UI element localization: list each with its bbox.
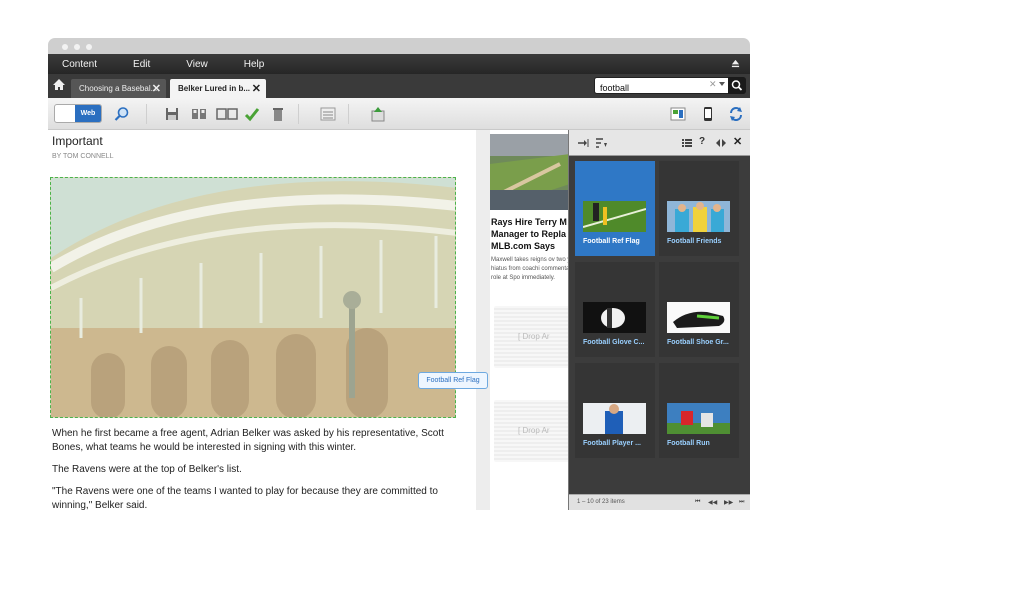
- check-icon[interactable]: [244, 106, 260, 122]
- article-photo-drop-zone[interactable]: [50, 177, 456, 418]
- tab-label: Choosing a Basebal...: [79, 84, 158, 93]
- window-zoom-dot[interactable]: [86, 44, 92, 50]
- mobile-device-icon[interactable]: [700, 106, 716, 122]
- media-item[interactable]: Football Shoe Gr...: [659, 262, 739, 357]
- media-item[interactable]: Football Ref Flag: [575, 161, 655, 256]
- home-icon[interactable]: [52, 78, 66, 92]
- media-thumbnail: [667, 403, 730, 434]
- media-thumbnail: [583, 201, 646, 232]
- help-icon[interactable]: ?: [699, 136, 711, 148]
- toolbar-separator: [146, 104, 147, 124]
- list-icon[interactable]: [681, 137, 693, 149]
- preview-magnifier-icon[interactable]: [114, 106, 130, 122]
- clear-icon[interactable]: ✕: [709, 79, 717, 90]
- pagination-bar: 1 – 10 of 23 items ⏮ ◀◀ ▶▶ ⏭: [569, 494, 750, 510]
- toolbar-separator: [348, 104, 349, 124]
- media-thumbnail: [667, 302, 730, 333]
- media-item[interactable]: Football Run: [659, 363, 739, 458]
- menu-content[interactable]: Content: [48, 59, 97, 70]
- layout-icon[interactable]: [670, 106, 686, 122]
- article-title[interactable]: Important: [52, 134, 103, 148]
- article-paragraph[interactable]: The Ravens were at the top of Belker's l…: [52, 463, 452, 477]
- web-toggle-label: Web: [75, 105, 101, 122]
- close-icon[interactable]: ✕: [152, 82, 161, 95]
- drag-tooltip: Football Ref Flag: [418, 372, 488, 389]
- search-input[interactable]: [595, 80, 705, 96]
- tab-belker-lured[interactable]: Belker Lured in b... ✕: [170, 79, 266, 98]
- baseball-field-photo[interactable]: [490, 134, 568, 210]
- publish-icon[interactable]: [370, 106, 386, 122]
- drop-area-label: [ Drop Ar: [518, 426, 550, 435]
- drop-area-label: [ Drop Ar: [518, 332, 550, 341]
- title-bar: [48, 38, 750, 54]
- drop-area[interactable]: [ Drop Ar: [494, 306, 568, 368]
- tab-choosing-baseball[interactable]: Choosing a Basebal... ✕: [71, 79, 166, 98]
- close-panel-icon[interactable]: ✕: [733, 135, 745, 148]
- tab-bar: Choosing a Basebal... ✕ Belker Lured in …: [48, 74, 750, 98]
- related-story-headline[interactable]: Rays Hire Terry M Manager to Repla MLB.c…: [491, 216, 568, 252]
- menu-help[interactable]: Help: [230, 59, 265, 70]
- menu-view[interactable]: View: [172, 59, 208, 70]
- item-count: 1 – 10 of 23 items: [577, 499, 625, 505]
- tab-label: Belker Lured in b...: [178, 84, 251, 93]
- menu-bar: Content Edit View Help: [48, 54, 750, 74]
- media-item-label: Football Run: [667, 440, 710, 447]
- eject-icon[interactable]: [731, 59, 740, 68]
- article-paragraph[interactable]: When he first became a free agent, Adria…: [52, 427, 452, 455]
- media-thumbnail: [583, 403, 646, 434]
- article-byline[interactable]: BY TOM CONNELL: [52, 153, 113, 160]
- media-item-label: Football Player ...: [583, 440, 641, 447]
- save-all-icon[interactable]: [191, 106, 207, 122]
- save-icon[interactable]: [164, 106, 180, 122]
- related-story-summary: Maxwell takes reigns ov two year hiatus …: [491, 257, 568, 281]
- close-icon[interactable]: ✕: [252, 82, 261, 95]
- media-item[interactable]: Football Glove C...: [575, 262, 655, 357]
- media-item-label: Football Friends: [667, 238, 722, 245]
- article-editor: Important BY TOM CONNELL When he first b…: [48, 130, 476, 510]
- first-page-icon[interactable]: ⏮: [695, 499, 700, 506]
- media-thumbnail: [667, 201, 730, 232]
- media-panel: ? ✕ Football Ref Flag Football Friends F…: [568, 130, 750, 510]
- media-panel-header: ? ✕: [569, 130, 750, 156]
- trash-icon[interactable]: [270, 106, 286, 122]
- previous-page-icon[interactable]: ◀◀: [708, 499, 717, 506]
- search-icon: [731, 80, 743, 91]
- media-item[interactable]: Football Friends: [659, 161, 739, 256]
- stadium-photo: [51, 178, 455, 417]
- chevron-down-icon[interactable]: [719, 82, 725, 86]
- drop-area[interactable]: [ Drop Ar: [494, 400, 568, 462]
- app-window: Content Edit View Help Choosing a Baseba…: [48, 38, 750, 510]
- article-paragraph[interactable]: "The Ravens were one of the teams I want…: [52, 485, 452, 510]
- toolbar-separator: [298, 104, 299, 124]
- media-item-label: Football Shoe Gr...: [667, 339, 729, 346]
- sort-icon[interactable]: [595, 137, 607, 149]
- next-page-icon[interactable]: ▶▶: [724, 499, 733, 506]
- window-minimize-dot[interactable]: [74, 44, 80, 50]
- web-toggle[interactable]: Web: [54, 104, 102, 123]
- sync-icon[interactable]: [728, 106, 744, 122]
- window-close-dot[interactable]: [62, 44, 68, 50]
- media-item-label: Football Ref Flag: [583, 238, 640, 245]
- content-area: Important BY TOM CONNELL When he first b…: [48, 130, 750, 510]
- compare-icon[interactable]: [216, 106, 238, 122]
- media-thumbnail: [583, 302, 646, 333]
- swap-icon[interactable]: [715, 137, 727, 149]
- media-item[interactable]: Football Player ...: [575, 363, 655, 458]
- insert-icon[interactable]: [577, 137, 589, 149]
- menu-edit[interactable]: Edit: [119, 59, 150, 70]
- search-box: ✕: [594, 77, 746, 96]
- media-item-label: Football Glove C...: [583, 339, 645, 346]
- list-view-icon[interactable]: [320, 106, 336, 122]
- last-page-icon[interactable]: ⏭: [739, 499, 744, 506]
- toolbar: Web: [48, 98, 750, 130]
- column-divider: [476, 130, 490, 510]
- related-story-column: Rays Hire Terry M Manager to Repla MLB.c…: [490, 130, 568, 510]
- search-button[interactable]: [728, 77, 746, 94]
